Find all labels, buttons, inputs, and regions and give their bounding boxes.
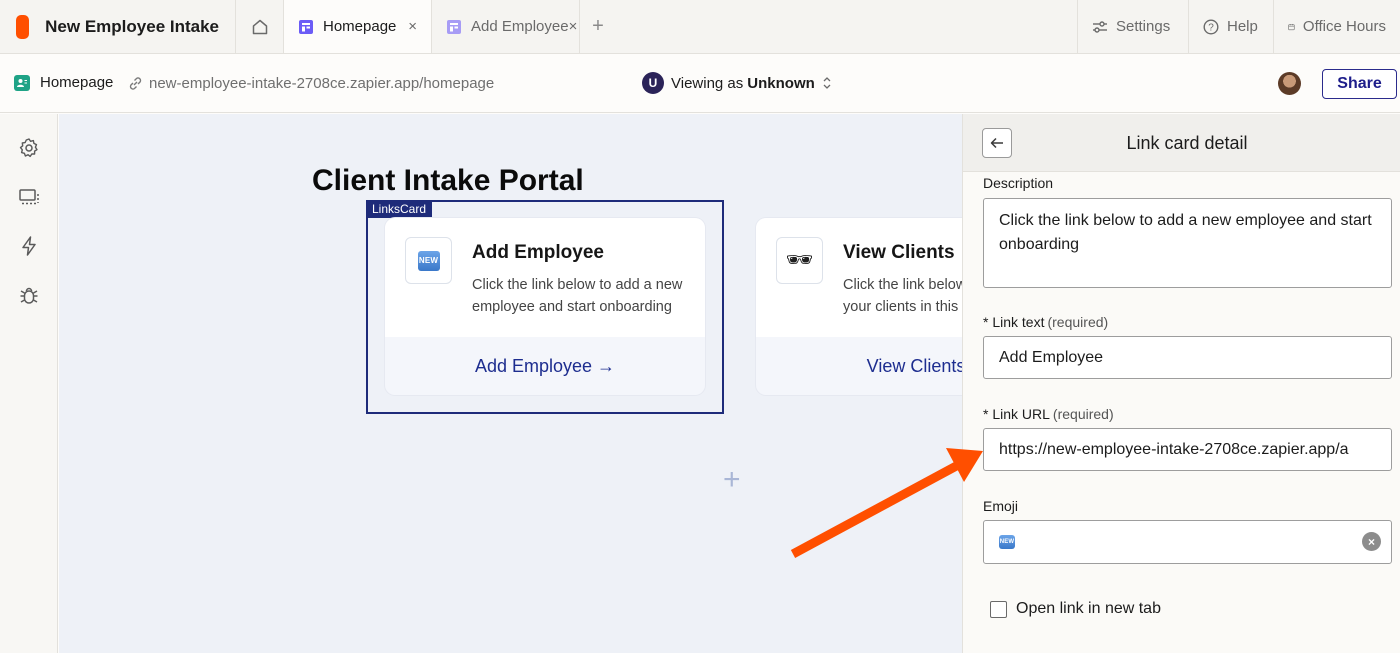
add-block-button[interactable]: + xyxy=(723,463,741,497)
lightning-icon[interactable] xyxy=(17,234,41,258)
help-button[interactable]: ? Help xyxy=(1188,0,1273,53)
page-name: Homepage xyxy=(40,74,114,91)
description-field[interactable]: Click the link below to add a new employ… xyxy=(983,198,1392,288)
app-title: New Employee Intake xyxy=(45,16,219,36)
card-description: Click the link below to add a new employ… xyxy=(472,277,683,315)
calendar-icon xyxy=(1288,23,1295,30)
tab-homepage[interactable]: Homepage × xyxy=(284,0,432,53)
page-layout-icon xyxy=(298,19,314,35)
annotation-arrow xyxy=(790,448,983,558)
chevron-up-down-icon xyxy=(822,76,832,90)
top-bar: New Employee Intake Homepage × Add Emplo… xyxy=(0,0,1400,54)
new-tab-button[interactable]: + xyxy=(580,0,616,53)
link-url-label-text: * Link URL xyxy=(983,406,1050,422)
help-icon: ? xyxy=(1203,18,1219,35)
link-url-label: * Link URL (required) xyxy=(983,406,1114,422)
link-card-view-clients[interactable]: 🕶 View Clients Click the link below to v… xyxy=(756,218,962,395)
required-hint: (required) xyxy=(1052,406,1114,422)
user-avatar[interactable] xyxy=(1278,72,1301,95)
checkbox-label: Open link in new tab xyxy=(1016,600,1161,617)
link-card-detail-panel: Link card detail Description Click the l… xyxy=(962,114,1400,653)
card-description: Click the link below to view all of your… xyxy=(843,277,962,315)
link-text-label-text: * Link text xyxy=(983,314,1045,330)
left-toolbar xyxy=(0,114,58,653)
gear-icon[interactable] xyxy=(17,136,41,160)
card-link[interactable]: Add Employee → xyxy=(385,337,705,395)
tab-label: Homepage xyxy=(323,18,397,35)
card-title: View Clients xyxy=(843,242,955,263)
emoji-field[interactable]: NEW × xyxy=(983,520,1392,564)
link-url-field[interactable]: https://new-employee-intake-2708ce.zapie… xyxy=(983,428,1392,471)
sunglasses-icon: 🕶 xyxy=(785,248,814,273)
viewing-prefix: Viewing as xyxy=(671,74,744,92)
clear-icon[interactable]: × xyxy=(1362,532,1381,551)
tab-label: Add Employee xyxy=(471,18,569,35)
link-text-field[interactable]: Add Employee xyxy=(983,336,1392,379)
user-page-icon xyxy=(14,74,30,91)
link-card-add-employee[interactable]: NEW Add Employee Click the link below to… xyxy=(385,218,705,395)
card-link[interactable]: View Clients xyxy=(756,337,962,395)
bug-icon[interactable] xyxy=(17,284,41,308)
link-text-label: * Link text (required) xyxy=(983,314,1108,330)
card-emoji: 🕶 xyxy=(776,237,823,284)
viewing-role: Unknown xyxy=(747,74,815,92)
block-type-label: LinksCard xyxy=(366,200,433,218)
home-tab[interactable] xyxy=(236,0,284,53)
panel-header: Link card detail xyxy=(963,114,1400,172)
page-toolbar: Homepage new-employee-intake-2708ce.zapi… xyxy=(0,55,1400,113)
description-label: Description xyxy=(983,175,1054,191)
open-new-tab-checkbox[interactable] xyxy=(990,600,1007,618)
app-header: New Employee Intake xyxy=(0,0,236,53)
share-button[interactable]: Share xyxy=(1322,69,1397,99)
office-hours-button[interactable]: Office Hours xyxy=(1273,0,1400,53)
office-hours-label: Office Hours xyxy=(1302,18,1386,35)
sliders-icon xyxy=(1093,20,1107,33)
card-body: NEW Add Employee Click the link below to… xyxy=(385,218,705,337)
viewing-as-selector[interactable]: U Viewing as Unknown xyxy=(642,72,832,94)
display-icon[interactable] xyxy=(17,185,41,209)
link-icon xyxy=(129,77,142,90)
close-tab-icon[interactable]: × xyxy=(408,18,417,35)
settings-button[interactable]: Settings xyxy=(1077,0,1188,53)
viewer-avatar: U xyxy=(642,72,664,94)
required-hint: (required) xyxy=(1047,314,1109,330)
page-layout-icon xyxy=(446,19,462,35)
page-canvas[interactable]: Client Intake Portal LinksCard NEW Add E… xyxy=(59,114,962,653)
close-tab-icon[interactable]: × xyxy=(569,18,578,35)
settings-label: Settings xyxy=(1116,18,1171,35)
home-icon xyxy=(252,19,267,34)
panel-title: Link card detail xyxy=(1126,133,1248,153)
help-label: Help xyxy=(1227,18,1258,35)
card-body: 🕶 View Clients Click the link below to v… xyxy=(756,218,962,337)
open-new-tab-option[interactable]: Open link in new tab xyxy=(990,600,1161,618)
new-badge-icon: NEW xyxy=(417,250,440,271)
card-emoji: NEW xyxy=(405,237,452,284)
new-badge-icon: NEW xyxy=(999,535,1015,549)
svg-text:?: ? xyxy=(1208,22,1214,33)
page-breadcrumb[interactable]: Homepage xyxy=(14,74,113,91)
app-logo xyxy=(16,14,30,39)
url-text: new-employee-intake-2708ce.zapier.app/ho… xyxy=(149,75,495,92)
page-url[interactable]: new-employee-intake-2708ce.zapier.app/ho… xyxy=(128,75,494,92)
tab-add-employee[interactable]: Add Employee × xyxy=(432,0,580,53)
card-title: Add Employee xyxy=(472,242,604,263)
page-title[interactable]: Client Intake Portal xyxy=(312,164,584,198)
